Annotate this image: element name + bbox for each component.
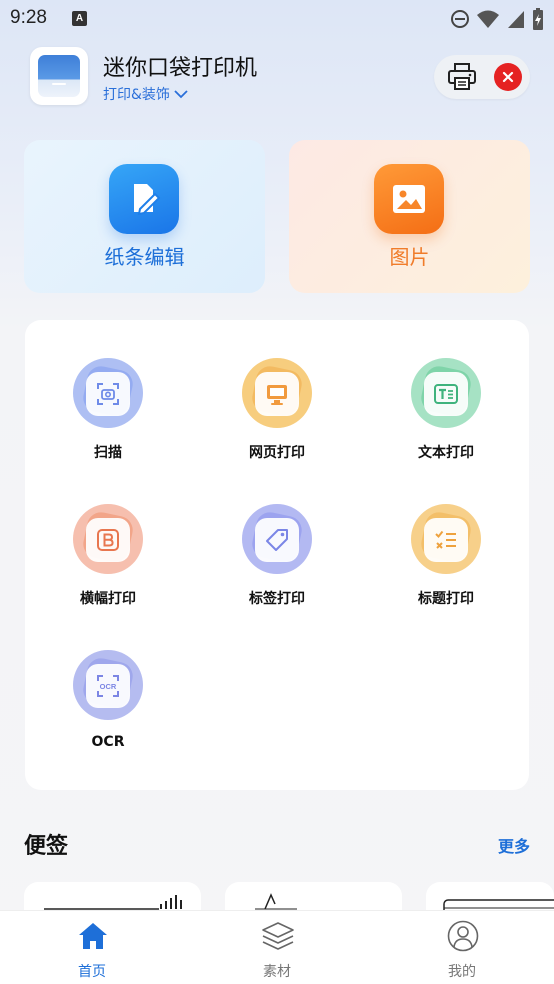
tool-ocr[interactable]: OCR OCR [48, 650, 168, 760]
app-title: 迷你口袋打印机 [103, 56, 258, 81]
tool-banner-print-label: 横幅打印 [80, 591, 136, 607]
tab-profile[interactable]: 我的 [370, 911, 554, 984]
status-bar: 9:28 A [0, 0, 554, 36]
image-label: 图片 [389, 245, 430, 269]
status-time: 9:28 [10, 7, 47, 28]
note-edit-label: 纸条编辑 [104, 245, 185, 269]
layers-icon [262, 922, 294, 950]
image-icon [374, 164, 444, 234]
battery-icon [533, 8, 543, 30]
printer-icon[interactable] [446, 62, 478, 92]
profile-icon [447, 920, 479, 952]
scan-camera-icon [97, 383, 119, 405]
tool-ocr-label: OCR [91, 734, 125, 750]
tab-home-label: 首页 [78, 964, 106, 980]
tag-icon [266, 529, 288, 551]
tool-label-print[interactable]: 标签打印 [217, 504, 337, 614]
do-not-disturb-icon [451, 10, 469, 28]
home-icon [79, 923, 107, 949]
notes-section-title: 便签 [24, 834, 69, 859]
notes-more-link[interactable]: 更多 [498, 833, 530, 857]
tab-profile-label: 我的 [448, 964, 476, 980]
bottom-tab-bar: 首页 素材 我的 [0, 910, 554, 984]
note-edit-card[interactable]: 纸条编辑 [24, 140, 265, 293]
ocr-icon: OCR [97, 675, 119, 697]
disconnect-button[interactable] [494, 63, 522, 91]
close-icon [502, 71, 514, 83]
image-card[interactable]: 图片 [289, 140, 530, 293]
mode-label: 打印&装饰 [103, 87, 170, 103]
edit-document-icon [109, 164, 179, 234]
signal-icon [508, 11, 524, 28]
tool-banner-print[interactable]: 横幅打印 [48, 504, 168, 614]
tool-scan[interactable]: 扫描 [48, 358, 168, 468]
app-header: 迷你口袋打印机 打印&装饰 [30, 47, 530, 107]
chevron-down-icon [174, 90, 188, 99]
tool-webpage-print[interactable]: 网页打印 [217, 358, 337, 468]
tool-scan-label: 扫描 [94, 445, 122, 461]
tool-text-print-label: 文本打印 [418, 445, 474, 461]
tab-materials[interactable]: 素材 [185, 911, 369, 984]
wifi-icon [477, 10, 499, 28]
printer-connection-pill [434, 55, 530, 99]
tools-panel: 扫描 网页打印 文本打印 横幅打印 标签打印 标题打印 OCR OCR [25, 320, 529, 790]
tool-title-print-label: 标题打印 [418, 591, 474, 607]
monitor-icon [267, 385, 287, 405]
mode-dropdown[interactable]: 打印&装饰 [103, 84, 189, 104]
tool-label-print-label: 标签打印 [249, 591, 305, 607]
notification-icon: A [72, 11, 87, 26]
text-icon [434, 384, 458, 404]
tab-home[interactable]: 首页 [0, 911, 184, 984]
tool-text-print[interactable]: 文本打印 [386, 358, 506, 468]
checklist-icon [435, 530, 456, 549]
tool-webpage-print-label: 网页打印 [249, 445, 305, 461]
app-logo [30, 47, 88, 105]
svg-text:OCR: OCR [100, 682, 117, 691]
tool-title-print[interactable]: 标题打印 [386, 504, 506, 614]
banner-b-icon [97, 529, 119, 551]
tab-materials-label: 素材 [263, 964, 291, 980]
